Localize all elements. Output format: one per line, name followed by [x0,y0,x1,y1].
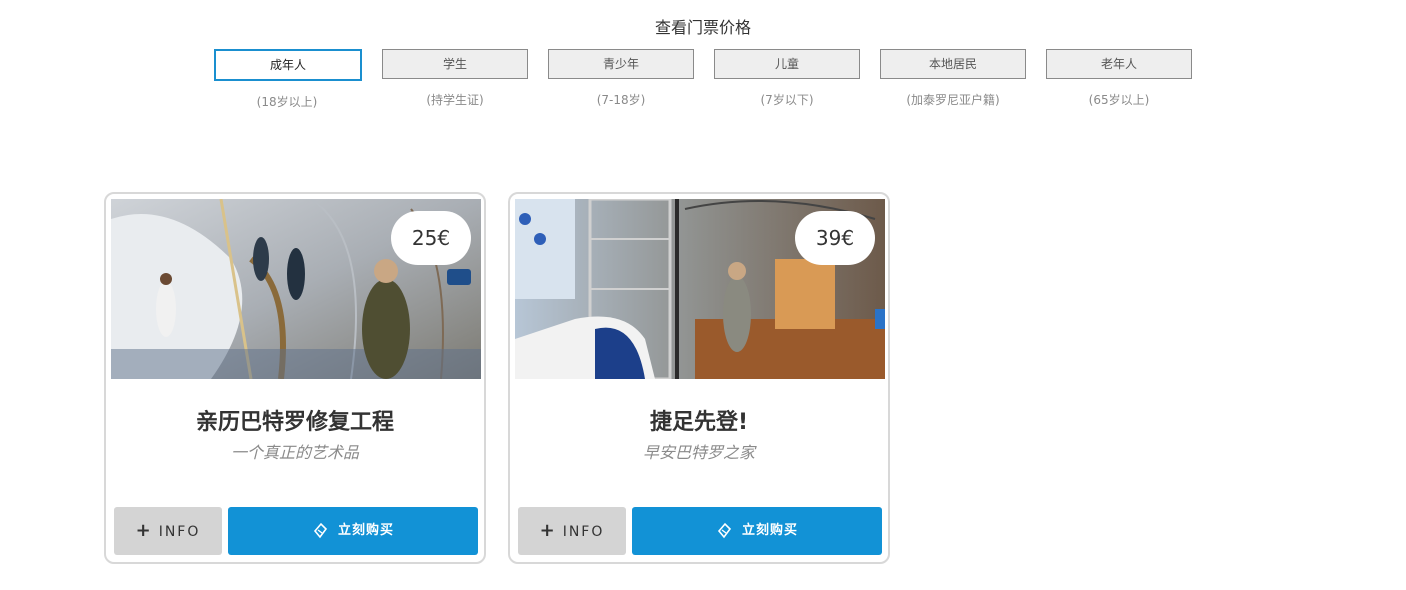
tab-senior: 老年人 (65岁以上) [1046,49,1192,108]
ticket-card: 25€ 亲历巴特罗修复工程 一个真正的艺术品 + INFO 立刻购买 [104,192,486,564]
ticket-icon [716,522,742,538]
tab-adult: 成年人 (18岁以上) [214,49,362,110]
visitor-type-tabs: 成年人 (18岁以上) 学生 (持学生证) 青少年 (7-18岁) 儿童 (7岁… [214,49,1192,109]
card-title: 捷足先登! [649,410,749,435]
info-button-label: INFO [158,524,201,540]
plus-icon: + [539,520,557,541]
tab-child-button[interactable]: 儿童 [714,49,860,79]
buy-now-label: 立刻购买 [337,523,394,538]
tab-child: 儿童 (7岁以下) [714,49,860,108]
tab-local-resident-subtitle: (加泰罗尼亚户籍) [906,93,1000,107]
card-image[interactable]: 25€ [111,199,481,379]
tab-local-resident: 本地居民 (加泰罗尼亚户籍) [880,49,1026,108]
info-button-label: INFO [562,524,605,540]
tab-senior-button[interactable]: 老年人 [1046,49,1192,79]
tab-adult-subtitle: (18岁以上) [256,95,318,109]
tab-student-button[interactable]: 学生 [382,49,528,79]
tab-youth-subtitle: (7-18岁) [596,93,646,107]
buy-now-button[interactable]: 立刻购买 [228,507,478,555]
info-button[interactable]: + INFO [518,507,626,555]
price-badge: 25€ [391,211,471,265]
card-subtitle: 一个真正的艺术品 [230,443,359,462]
section-title: 查看门票价格 [654,18,751,37]
card-subtitle: 早安巴特罗之家 [642,443,755,462]
tab-student: 学生 (持学生证) [382,49,528,108]
buy-now-button[interactable]: 立刻购买 [632,507,882,555]
tab-adult-button[interactable]: 成年人 [214,49,362,81]
ticket-card: 39€ 捷足先登! 早安巴特罗之家 + INFO 立刻购买 [508,192,890,564]
tab-senior-subtitle: (65岁以上) [1088,93,1150,107]
tab-local-resident-button[interactable]: 本地居民 [880,49,1026,79]
tab-youth-button[interactable]: 青少年 [548,49,694,79]
card-image[interactable]: 39€ [515,199,885,379]
tab-student-subtitle: (持学生证) [426,93,484,107]
buy-now-label: 立刻购买 [741,523,798,538]
info-button[interactable]: + INFO [114,507,222,555]
ticket-icon [312,522,338,538]
card-title: 亲历巴特罗修复工程 [195,410,394,435]
price-badge: 39€ [795,211,875,265]
tab-youth: 青少年 (7-18岁) [548,49,694,108]
plus-icon: + [135,520,153,541]
tab-child-subtitle: (7岁以下) [760,93,814,107]
